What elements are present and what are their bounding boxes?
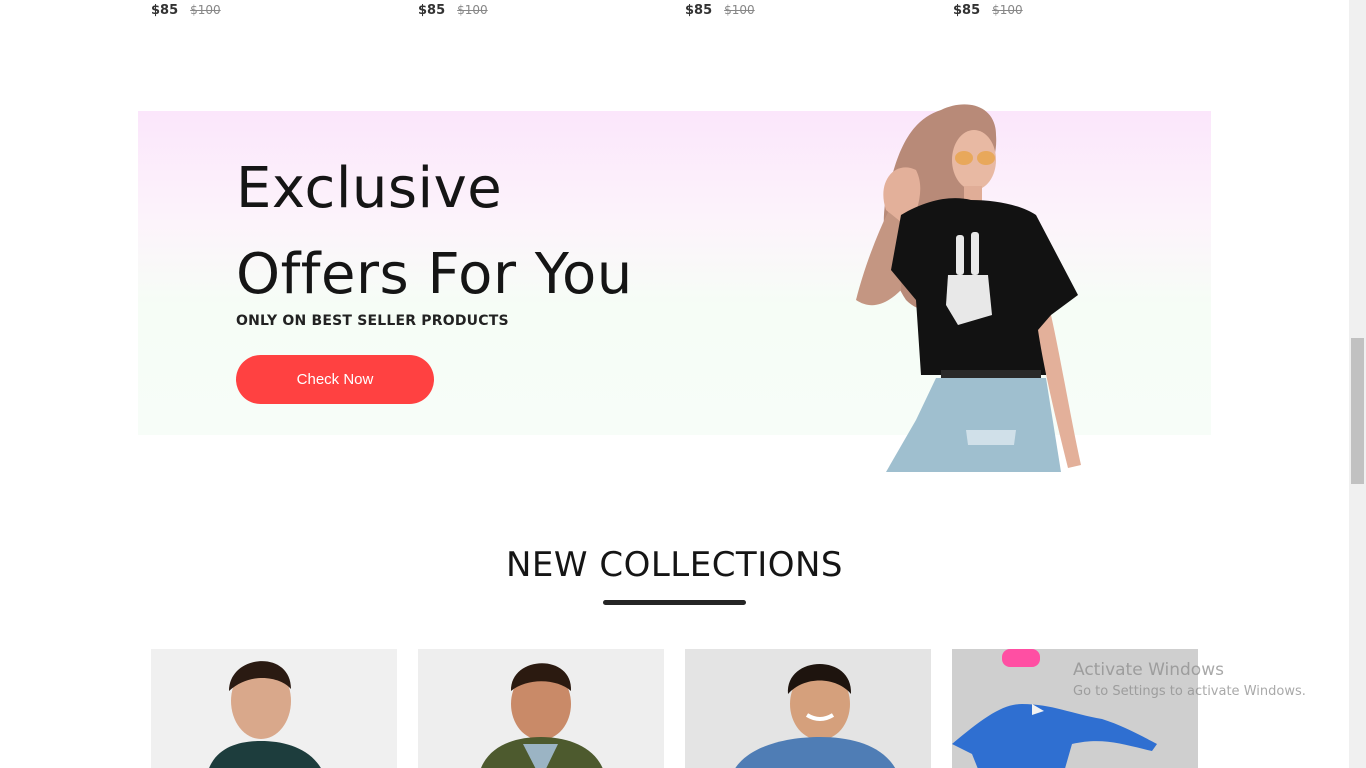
watermark-message: Go to Settings to activate Windows. (1073, 684, 1306, 699)
page: $85 $100 $85 $100 $85 $100 $85 $100 Exclusiv… (0, 0, 1349, 768)
check-now-button[interactable]: Check Now (236, 355, 434, 404)
product-image (151, 649, 397, 768)
product-price: $85 $100 (151, 3, 221, 18)
product-card[interactable] (151, 649, 397, 768)
product-card[interactable] (685, 649, 931, 768)
banner-title-line1: Exclusive (236, 156, 503, 221)
scrollbar-thumb[interactable] (1351, 338, 1364, 484)
activate-windows-watermark: Activate Windows Go to Settings to activ… (1073, 660, 1306, 699)
price-current: $85 (685, 3, 713, 18)
product-image (685, 649, 931, 768)
product-card[interactable] (418, 649, 664, 768)
price-original: $100 (457, 3, 488, 17)
price-current: $85 (953, 3, 981, 18)
product-image (418, 649, 664, 768)
price-original: $100 (992, 3, 1023, 17)
price-row: $85 $100 $85 $100 $85 $100 $85 $100 (0, 3, 1349, 21)
vertical-scrollbar[interactable] (1349, 0, 1366, 768)
section-title-underline (603, 600, 746, 605)
section-title-new-collections: NEW COLLECTIONS (505, 545, 844, 585)
price-original: $100 (724, 3, 755, 17)
banner-subtitle: ONLY ON BEST SELLER PRODUCTS (236, 313, 509, 329)
price-current: $85 (151, 3, 179, 18)
product-price: $85 $100 (685, 3, 755, 18)
product-price: $85 $100 (953, 3, 1023, 18)
price-current: $85 (418, 3, 446, 18)
price-original: $100 (190, 3, 221, 17)
model-image (856, 104, 1081, 472)
product-price: $85 $100 (418, 3, 488, 18)
banner-title: Exclusive Offers For You (236, 146, 633, 318)
watermark-title: Activate Windows (1073, 660, 1224, 680)
banner-title-line2: Offers For You (236, 242, 633, 307)
